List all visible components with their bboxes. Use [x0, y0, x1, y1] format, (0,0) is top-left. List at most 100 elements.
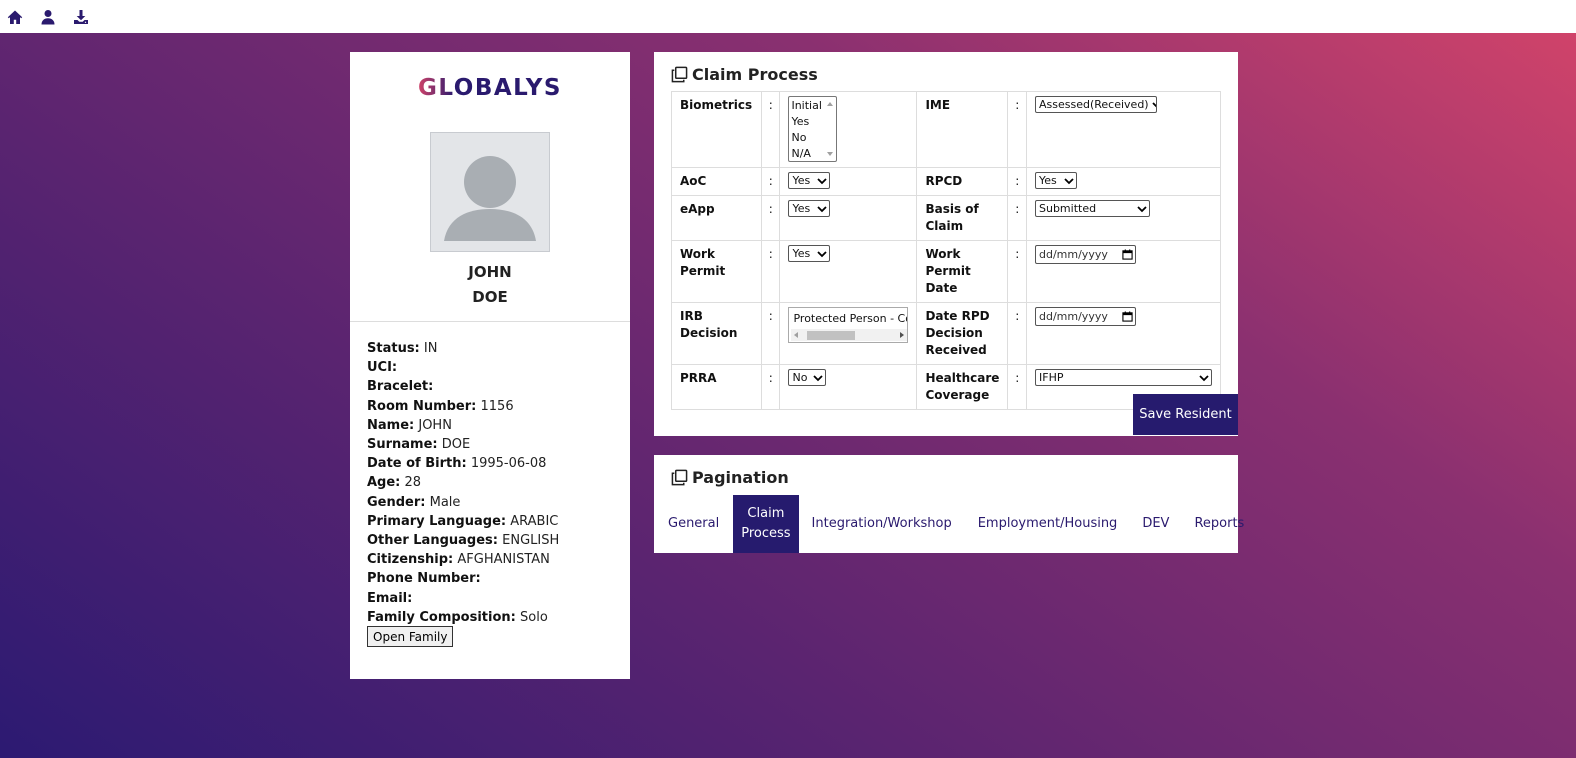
- calendar-icon[interactable]: [1122, 311, 1133, 322]
- profile-field-row: Primary Language: ARABIC: [367, 512, 617, 531]
- listbox-scrollbar[interactable]: [825, 99, 835, 159]
- chevron-down-icon: [1064, 177, 1074, 184]
- download-icon[interactable]: [73, 9, 89, 25]
- profile-field-row: Family Composition: Solo: [367, 608, 617, 627]
- pagination-panel: Pagination General Claim Process Integra…: [654, 455, 1244, 553]
- profile-field-label: Other Languages:: [367, 533, 498, 549]
- profile-field-row: Email:: [367, 589, 617, 608]
- resident-info-list: Status: IN UCI: Bracelet: Room Number: 11…: [367, 339, 617, 627]
- chevron-down-icon: [817, 205, 828, 212]
- irb-decision-value: Protected Person - Con: [793, 312, 909, 325]
- colon: :: [1007, 302, 1027, 365]
- copy-icon: [671, 66, 688, 83]
- colon: :: [760, 364, 781, 410]
- profile-field-value: ENGLISH: [502, 533, 560, 549]
- profile-field-value: Solo: [520, 609, 548, 625]
- profile-field-row: Room Number: 1156: [367, 397, 617, 416]
- profile-field-row: Other Languages: ENGLISH: [367, 531, 617, 550]
- work-permit-select[interactable]: Yes: [788, 245, 831, 262]
- colon: :: [760, 91, 781, 168]
- colon: :: [760, 302, 781, 365]
- pagination-tabs: General Claim Process Integration/Worksh…: [654, 494, 1244, 553]
- profile-field-row: Date of Birth: 1995-06-08: [367, 454, 617, 473]
- eapp-label: eApp: [671, 195, 762, 241]
- profile-field-label: Primary Language:: [367, 513, 507, 529]
- basis-of-claim-select[interactable]: Submitted: [1035, 200, 1150, 217]
- svg-text:GLOBALYS: GLOBALYS: [418, 75, 562, 101]
- profile-field-label: Surname:: [367, 437, 438, 453]
- colon: :: [1007, 167, 1027, 196]
- profile-field-label: Status:: [367, 341, 420, 356]
- globalys-logo: GLOBALYS: [350, 71, 630, 105]
- tab-reports[interactable]: Reports: [1194, 516, 1244, 531]
- profile-field-row: Surname: DOE: [367, 435, 617, 454]
- date-rpd-decision-input[interactable]: dd/mm/yyyy: [1035, 307, 1136, 326]
- tab-claim-process[interactable]: Claim Process: [733, 494, 799, 553]
- tab-dev[interactable]: DEV: [1142, 516, 1169, 531]
- scroll-right-icon: [900, 332, 905, 338]
- tab-general[interactable]: General: [668, 516, 719, 531]
- profile-field-label: Gender:: [367, 494, 426, 510]
- user-placeholder-icon: [444, 156, 536, 241]
- prra-select[interactable]: No: [788, 369, 827, 386]
- chevron-down-icon: [813, 374, 824, 381]
- profile-field-row: Name: JOHN: [367, 416, 617, 435]
- profile-field-row: UCI:: [367, 358, 617, 377]
- claim-process-title: Claim Process: [671, 65, 818, 84]
- aoc-select[interactable]: Yes: [788, 172, 831, 189]
- work-permit-date-input[interactable]: dd/mm/yyyy: [1035, 245, 1136, 264]
- profile-field-value: ARABIC: [510, 513, 559, 529]
- user-icon[interactable]: [40, 9, 56, 25]
- profile-field-value: AFGHANISTAN: [457, 552, 550, 568]
- scrollbar-thumb[interactable]: [807, 331, 856, 340]
- resident-last-name: DOE: [472, 288, 508, 306]
- rpcd-select[interactable]: Yes: [1035, 172, 1077, 189]
- profile-field-value: 28: [404, 475, 422, 491]
- horizontal-scrollbar[interactable]: [791, 329, 908, 341]
- date-rpd-decision-label: Date RPD Decision Received: [916, 302, 1009, 365]
- claim-process-panel: Claim Process Biometrics : Initial Yes N…: [654, 52, 1238, 436]
- pagination-title: Pagination: [671, 468, 789, 487]
- profile-field-value: DOE: [441, 437, 471, 453]
- rpcd-label: RPCD: [916, 167, 1009, 196]
- tab-integration-workshop[interactable]: Integration/Workshop: [812, 516, 952, 531]
- eapp-select[interactable]: Yes: [788, 200, 831, 217]
- ime-select[interactable]: Assessed(Received): [1035, 96, 1157, 113]
- biometrics-label: Biometrics: [671, 91, 762, 168]
- profile-field-value: JOHN: [418, 417, 452, 433]
- profile-field-label: UCI:: [367, 360, 398, 376]
- profile-field-label: Bracelet:: [367, 379, 434, 395]
- profile-field-label: Date of Birth:: [367, 456, 467, 472]
- colon: :: [760, 240, 781, 303]
- calendar-icon[interactable]: [1122, 249, 1133, 260]
- healthcare-coverage-label: Healthcare Coverage: [916, 364, 1009, 410]
- profile-field-label: Phone Number:: [367, 571, 481, 587]
- avatar: [430, 132, 550, 252]
- profile-field-row: Bracelet:: [367, 377, 617, 396]
- colon: :: [1007, 195, 1027, 241]
- profile-field-label: Family Composition:: [367, 609, 516, 625]
- profile-field-row: Gender: Male: [367, 493, 617, 512]
- scroll-left-icon: [794, 332, 799, 338]
- home-icon[interactable]: [7, 9, 23, 25]
- irb-decision-field[interactable]: Protected Person - Con: [788, 307, 909, 343]
- chevron-down-icon: [817, 250, 828, 257]
- colon: :: [1007, 91, 1027, 168]
- tab-employment-housing[interactable]: Employment/Housing: [978, 516, 1118, 531]
- profile-field-row: Age: 28: [367, 473, 617, 492]
- profile-field-label: Room Number:: [367, 398, 477, 414]
- aoc-label: AoC: [671, 167, 762, 196]
- ime-label: IME: [916, 91, 1009, 168]
- biometrics-listbox[interactable]: Initial Yes No N/A: [788, 96, 838, 162]
- work-permit-date-label: Work Permit Date: [916, 240, 1009, 303]
- colon: :: [1007, 240, 1027, 303]
- save-resident-button[interactable]: Save Resident: [1133, 394, 1238, 435]
- resident-full-name: JOHN DOE: [350, 260, 630, 310]
- profile-field-label: Email:: [367, 590, 413, 606]
- profile-field-row: Status: IN: [367, 339, 617, 358]
- profile-field-value: 1156: [480, 398, 514, 414]
- open-family-button[interactable]: Open Family: [367, 626, 454, 647]
- prra-label: PRRA: [671, 364, 762, 410]
- healthcare-coverage-select[interactable]: IFHP: [1035, 369, 1212, 386]
- resident-first-name: JOHN: [468, 263, 512, 281]
